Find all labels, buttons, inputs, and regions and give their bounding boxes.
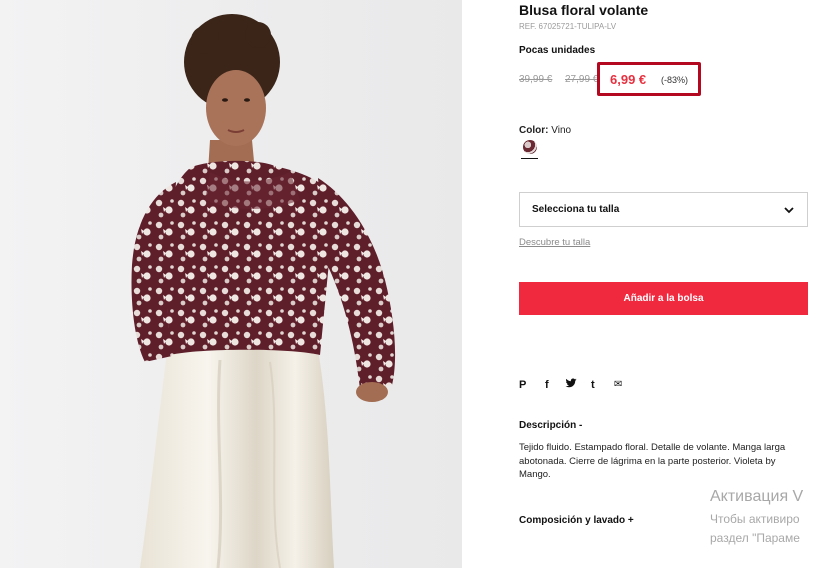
price-highlight-box: 6,99 € (-83%) [597,62,701,96]
tumblr-icon[interactable]: t [591,378,595,392]
size-guide-link[interactable]: Descubre tu talla [519,237,590,248]
discount-badge: (-83%) [661,75,689,85]
stock-note: Pocas unidades [519,45,596,56]
product-photo[interactable] [0,0,462,568]
color-label-key: Color: [519,125,549,136]
size-select[interactable]: Selecciona tu talla [519,192,808,227]
twitter-icon[interactable] [565,378,577,394]
previous-price: 27,99 € [565,74,599,85]
product-reference: REF. 67025721-TULIPA-LV [519,22,617,31]
composition-heading[interactable]: Composición y lavado + [519,515,634,526]
color-swatch-icon[interactable] [523,140,537,154]
facebook-icon[interactable]: f [545,378,549,392]
color-label: Color: Vino [519,125,571,136]
model-illustration [131,14,396,568]
current-price: 6,99 € [610,72,647,87]
chevron-down-icon [784,207,794,214]
windows-activation-watermark-line: раздел "Параме [710,531,800,545]
color-value: Vino [551,125,572,136]
windows-activation-watermark-line: Чтобы активиро [710,512,800,526]
add-to-bag-button[interactable]: Añadir a la bolsa [519,282,808,315]
windows-activation-watermark-title: Активация V [710,488,804,505]
selected-swatch-indicator [521,158,538,159]
email-icon[interactable]: ✉ [614,378,622,392]
pinterest-icon[interactable]: P [519,378,526,392]
size-select-label: Selecciona tu talla [532,204,620,215]
product-title: Blusa floral volante [519,2,649,18]
original-price: 39,99 € [519,74,553,85]
description-text: Tejido fluido. Estampado floral. Detalle… [519,442,786,480]
description-heading[interactable]: Descripción - [519,420,582,431]
